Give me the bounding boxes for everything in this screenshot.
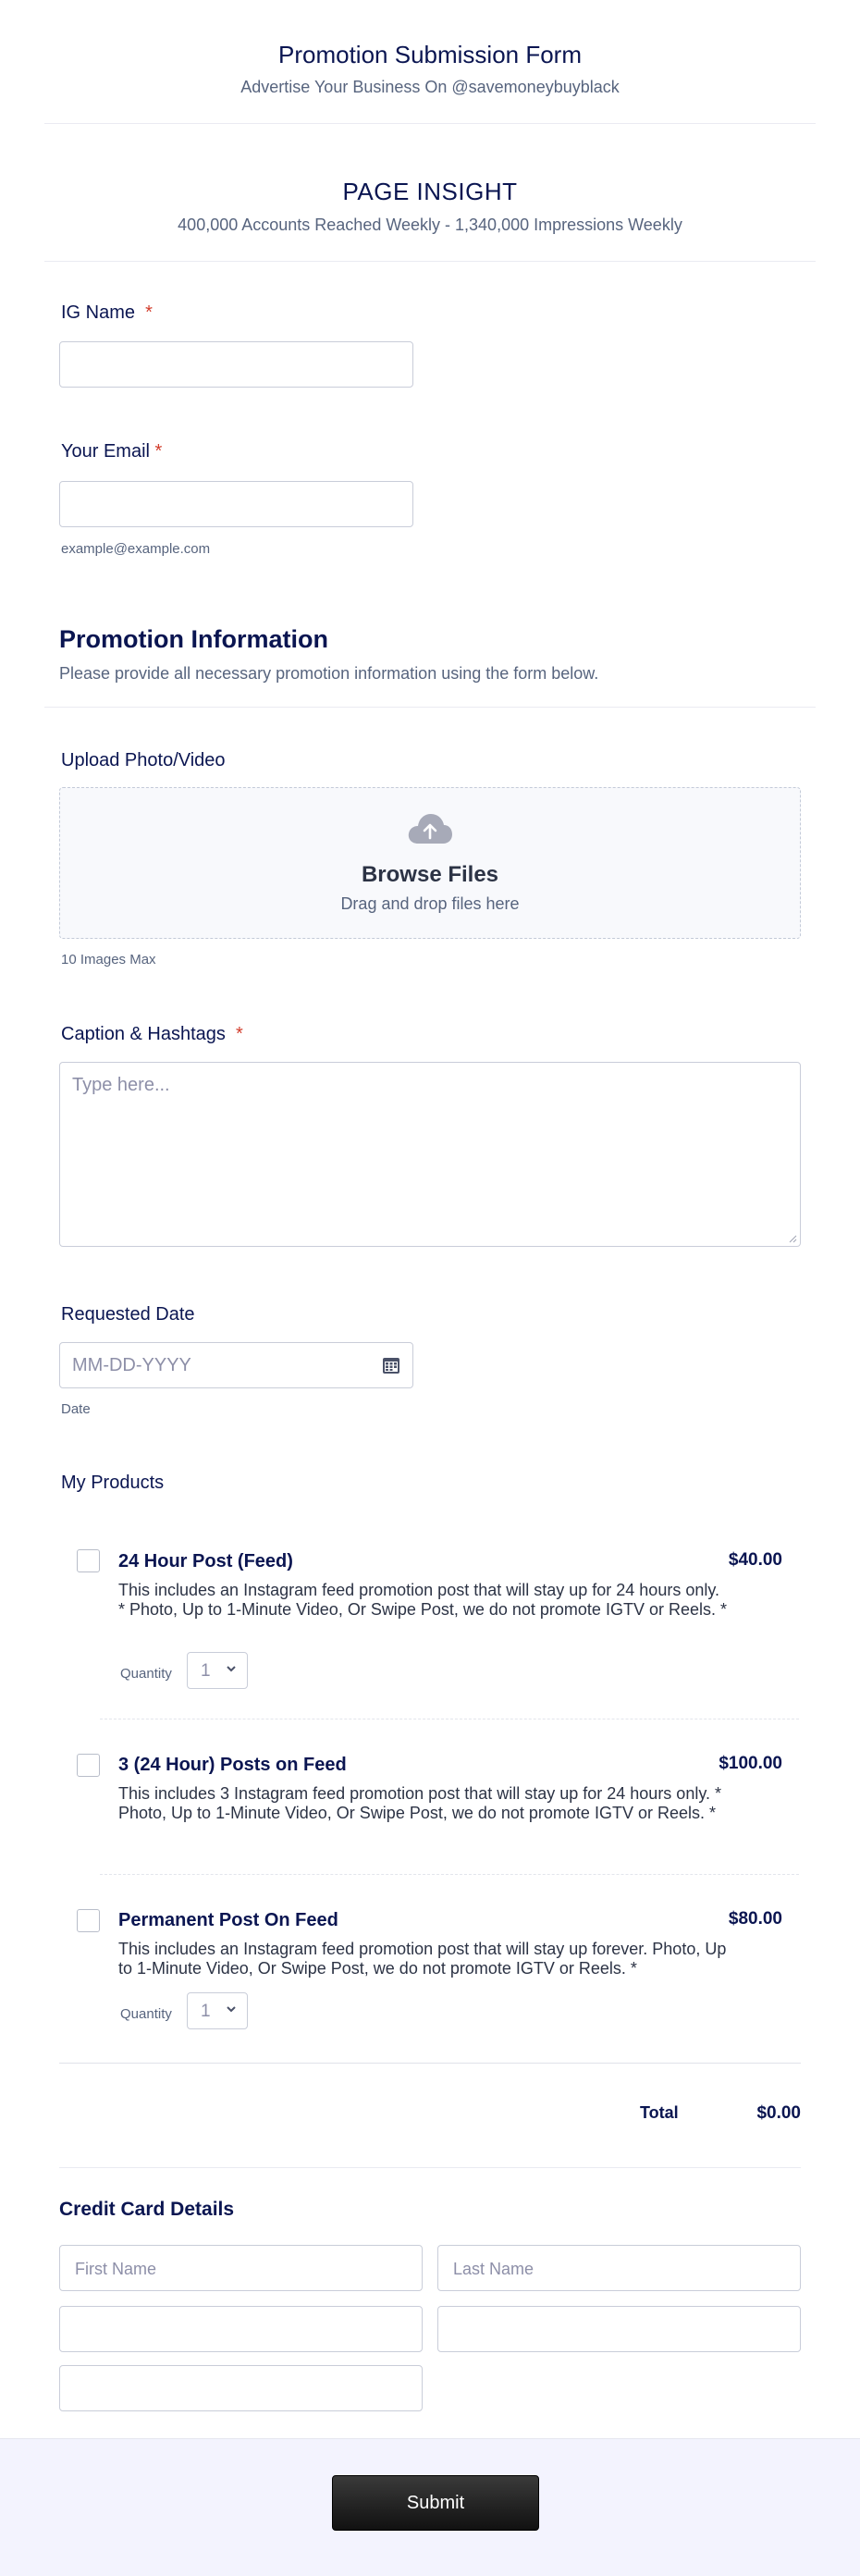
quantity-label: Quantity	[120, 1666, 172, 1682]
product-price: $80.00	[728, 1909, 782, 1929]
email-sublabel: example@example.com	[61, 541, 211, 557]
product-checkbox-3-posts[interactable]	[77, 1754, 100, 1777]
product-price: $100.00	[719, 1754, 782, 1773]
quantity-value: 1	[201, 2002, 211, 2021]
card-security-input[interactable]	[437, 2306, 801, 2352]
product-price: $40.00	[728, 1550, 782, 1570]
promotion-section-description: Please provide all necessary promotion i…	[59, 664, 599, 683]
total-value: $0.00	[756, 2103, 801, 2123]
calendar-icon[interactable]	[382, 1356, 400, 1374]
product-description: This includes an Instagram feed promotio…	[118, 1581, 727, 1619]
email-input[interactable]	[59, 481, 413, 527]
quantity-select[interactable]: 1	[187, 1652, 248, 1689]
last-name-placeholder: Last Name	[453, 2260, 534, 2278]
resize-handle-icon[interactable]	[788, 1234, 797, 1243]
card-expiry-input[interactable]	[59, 2365, 423, 2411]
caption-label-text: Caption & Hashtags	[61, 1024, 226, 1044]
drag-drop-text: Drag and drop files here	[340, 894, 520, 913]
date-sublabel: Date	[61, 1401, 91, 1417]
caption-textarea[interactable]: Type here...	[59, 1062, 801, 1247]
ig-name-input[interactable]	[59, 341, 413, 388]
date-input[interactable]: MM-DD-YYYY	[59, 1342, 413, 1388]
product-divider	[100, 1874, 799, 1875]
first-name-input[interactable]: First Name	[59, 2245, 423, 2291]
quantity-value: 1	[201, 1661, 211, 1681]
insight-title: PAGE INSIGHT	[342, 178, 518, 205]
email-label: Your Email *	[61, 441, 162, 462]
products-label: My Products	[61, 1473, 165, 1493]
promotion-section-title: Promotion Information	[59, 625, 328, 653]
divider	[44, 123, 816, 124]
total-label: Total	[640, 2103, 679, 2122]
date-label: Requested Date	[61, 1304, 195, 1325]
form-title: Promotion Submission Form	[278, 41, 582, 68]
quantity-label: Quantity	[120, 2006, 172, 2022]
divider	[44, 261, 816, 262]
divider	[59, 2063, 801, 2064]
caption-placeholder: Type here...	[72, 1075, 170, 1095]
insight-subtitle: 400,000 Accounts Reached Weekly - 1,340,…	[178, 216, 682, 234]
credit-card-title: Credit Card Details	[59, 2199, 235, 2220]
submit-button[interactable]: Submit	[332, 2475, 539, 2531]
required-mark: *	[145, 302, 153, 323]
product-title: Permanent Post On Feed	[118, 1910, 338, 1930]
required-mark: *	[236, 1024, 243, 1044]
form-subtitle: Advertise Your Business On @savemoneybuy…	[240, 78, 620, 96]
product-title: 3 (24 Hour) Posts on Feed	[118, 1755, 347, 1775]
last-name-input[interactable]: Last Name	[437, 2245, 801, 2291]
ig-name-label-text: IG Name	[61, 302, 136, 323]
product-title: 24 Hour Post (Feed)	[118, 1551, 293, 1571]
chevron-down-icon	[227, 2006, 236, 2013]
product-checkbox-24-hour-post[interactable]	[77, 1549, 100, 1572]
first-name-placeholder: First Name	[75, 2260, 157, 2278]
browse-files-text[interactable]: Browse Files	[0, 862, 860, 888]
product-checkbox-permanent-post[interactable]	[77, 1909, 100, 1932]
ig-name-label: IG Name *	[61, 302, 153, 324]
cloud-upload-icon	[408, 814, 452, 844]
product-description: This includes an Instagram feed promotio…	[118, 1940, 727, 1978]
product-description: This includes 3 Instagram feed promotion…	[118, 1784, 721, 1822]
caption-label: Caption & Hashtags *	[61, 1024, 243, 1045]
divider	[59, 2167, 801, 2168]
quantity-select[interactable]: 1	[187, 1992, 248, 2029]
upload-label: Upload Photo/Video	[61, 750, 226, 770]
card-number-input[interactable]	[59, 2306, 423, 2352]
divider	[44, 707, 816, 708]
upload-sublabel: 10 Images Max	[61, 952, 156, 968]
email-label-text: Your Email	[61, 441, 150, 462]
date-placeholder: MM-DD-YYYY	[72, 1355, 191, 1375]
chevron-down-icon	[227, 1666, 236, 1672]
required-mark: *	[154, 441, 163, 462]
